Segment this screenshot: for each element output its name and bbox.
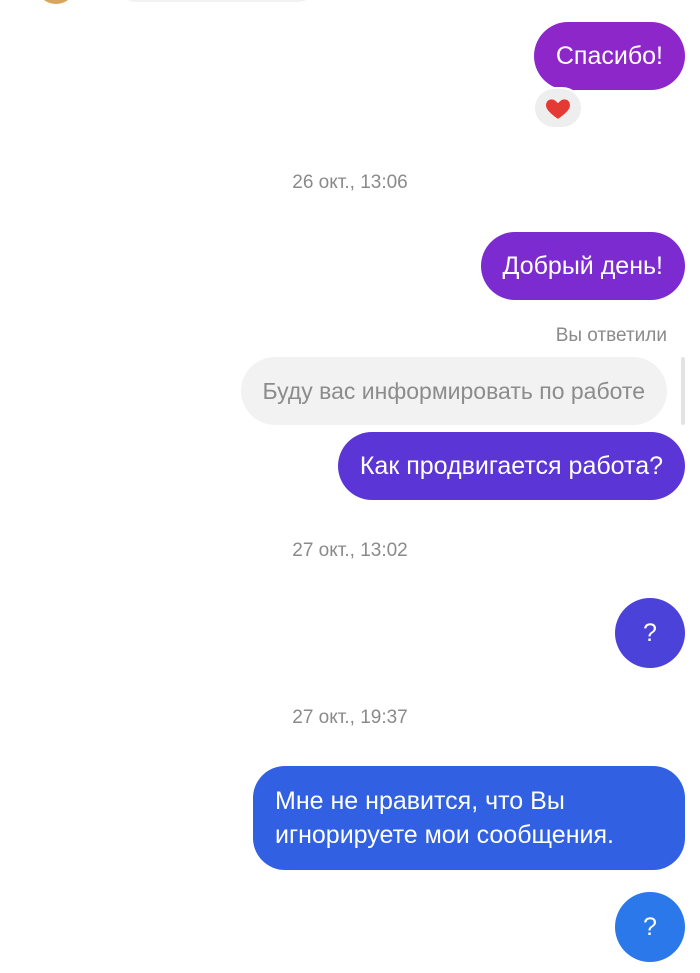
quoted-message[interactable]: Буду вас информировать по работе	[240, 357, 667, 425]
message-text: Добрый день!	[502, 252, 664, 280]
timestamp: 26 окт., 13:06	[292, 172, 408, 193]
message-text: Спасибо!	[555, 42, 663, 70]
timestamp: 27 окт., 19:37	[292, 707, 408, 728]
message-reaction[interactable]	[533, 87, 583, 129]
message-text: ?	[643, 618, 657, 647]
outgoing-message-bubble[interactable]: Добрый день!	[480, 232, 685, 300]
outgoing-message-bubble[interactable]: Мне не нравится, что Вы игнорируете мои …	[253, 766, 685, 870]
timestamp: 27 окт., 13:02	[292, 540, 408, 561]
outgoing-message-bubble[interactable]: Как продвигается работа?	[337, 432, 685, 500]
incoming-message-bubble[interactable]	[118, 0, 316, 2]
contact-avatar[interactable]	[36, 0, 76, 4]
message-text: Как продвигается работа?	[359, 452, 663, 480]
reply-label: Вы ответили	[555, 325, 667, 346]
quoted-message-text: Буду вас информировать по работе	[262, 377, 645, 404]
outgoing-message-bubble[interactable]: Спасибо!	[533, 22, 685, 90]
outgoing-message-bubble[interactable]: ?	[615, 892, 685, 962]
message-text: ?	[643, 912, 657, 941]
heart-icon	[546, 99, 570, 119]
message-text: Мне не нравится, что Вы игнорируете мои …	[275, 787, 614, 849]
quote-indicator-bar	[681, 357, 685, 425]
outgoing-message-bubble[interactable]: ?	[615, 598, 685, 668]
